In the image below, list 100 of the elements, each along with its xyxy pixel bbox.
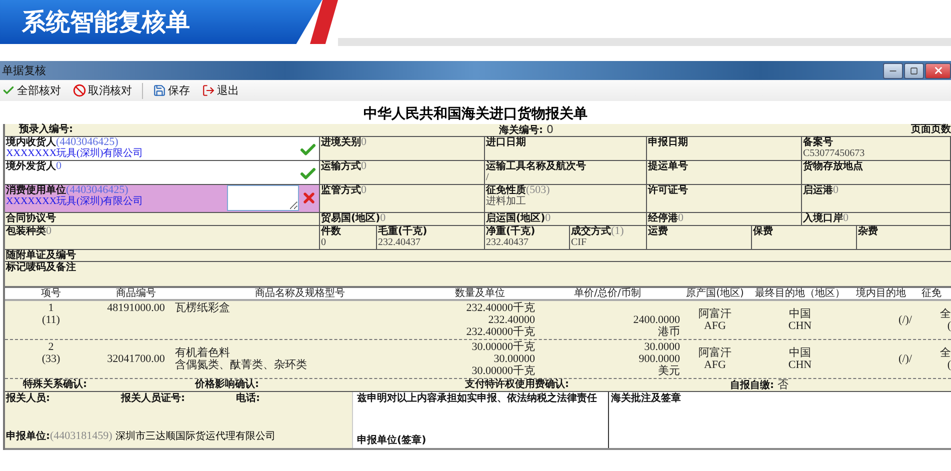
field-label: 启运港 xyxy=(803,185,833,196)
toolbar-button[interactable]: 保存 xyxy=(151,83,192,98)
item-number: (33) xyxy=(42,353,60,365)
exit-icon xyxy=(202,84,215,97)
field-code: 0 xyxy=(56,160,62,172)
quantity-text: 30.00000千克 xyxy=(472,341,535,353)
field-label: 经停港 xyxy=(648,213,678,224)
banner-accent xyxy=(310,0,338,44)
field-code: 0 xyxy=(833,184,838,196)
field-code: (4403046425) xyxy=(56,136,118,148)
field-label: 海关批注及签章 xyxy=(611,393,681,404)
field-label: 进境关别 xyxy=(321,137,361,148)
field-value: 232.40437 xyxy=(378,237,422,248)
item-number: (11) xyxy=(42,314,60,326)
field-code: 0 xyxy=(545,212,551,224)
field-label: 包装种类 xyxy=(6,226,46,237)
statement-text: 兹申明对以上内容承担如实申报、依法纳税之法律责任 xyxy=(357,393,598,404)
field-label: 自报自缴: xyxy=(730,380,774,391)
price-text: 30.0000 xyxy=(644,341,680,353)
field-label: 贸易国(地区) xyxy=(321,213,380,224)
quantity-text: 30.00000 xyxy=(494,353,535,365)
commodity-code: 48191000.00 xyxy=(107,302,165,314)
price-text: 2400.0000 xyxy=(633,314,680,326)
item-number: 2 xyxy=(48,341,54,353)
field-label: 随附单证及编号 xyxy=(6,250,76,261)
field-label: 海关编号: xyxy=(499,125,543,136)
domestic-destination: (/)/ xyxy=(898,314,912,326)
save-icon xyxy=(153,84,166,97)
field-value: / xyxy=(486,172,490,183)
field-label: 提运单号 xyxy=(648,161,688,172)
close-button[interactable] xyxy=(925,62,951,78)
field-label: 件数 xyxy=(321,226,341,237)
item-number: 1 xyxy=(48,302,54,314)
field-code: 0 xyxy=(361,136,366,148)
field-label: 电话: xyxy=(236,393,261,404)
field-label: 价格影响确认: xyxy=(195,379,259,390)
field-code: 0 xyxy=(843,212,848,224)
field-value: 否 xyxy=(776,378,788,391)
field-label: 保费 xyxy=(753,226,773,237)
quantity-text: 232.40000千克 xyxy=(466,326,535,338)
field-label: 支付特许权使用费确认: xyxy=(465,379,569,390)
field-label: 成交方式 xyxy=(571,226,611,237)
column-header: 最终目的地（地区） xyxy=(754,288,846,299)
field-label: 预录入编号: xyxy=(19,124,73,135)
maximize-button[interactable] xyxy=(904,62,924,78)
origin-text: AFG xyxy=(704,320,726,332)
quantity-text: 232.40000 xyxy=(488,314,535,326)
column-header: 单价/总价/币制 xyxy=(573,288,642,299)
check-icon xyxy=(2,84,15,97)
column-header: 数量及单位 xyxy=(454,288,506,299)
field-label: 杂费 xyxy=(858,226,878,237)
exemption-text: ( xyxy=(947,359,951,371)
quantity-text: 30.00000千克 xyxy=(472,365,535,377)
commodity-name: 瓦楞纸彩盒 xyxy=(175,302,230,314)
field-label: 消费使用单位 xyxy=(6,185,66,196)
signature-label: 申报单位(签章) xyxy=(357,435,428,446)
close-icon xyxy=(932,65,944,76)
field-label: 特殊关系确认: xyxy=(23,379,87,390)
field-code: 0 xyxy=(380,212,386,224)
toolbar-button[interactable]: 取消核对 xyxy=(71,83,134,98)
column-header: 征免 xyxy=(920,288,942,299)
window-title: 单据复核 xyxy=(1,63,46,78)
price-text: 美元 xyxy=(658,365,680,377)
field-label: 境内收货人 xyxy=(6,137,56,148)
field-code: (4403046425) xyxy=(66,184,128,196)
field-code: 0 xyxy=(46,225,52,237)
field-value: CIF xyxy=(571,237,588,248)
destination-text: 中国 xyxy=(789,308,811,320)
field-value: 进料加工 xyxy=(486,196,527,207)
field-code: 0 xyxy=(678,212,684,224)
exemption-text: 全 xyxy=(940,308,951,320)
banner-title: 系统智能复核单 xyxy=(0,0,322,44)
exemption-text: ( xyxy=(947,320,951,332)
form-title: 中华人民共和国海关进口货物报关单 xyxy=(362,105,588,123)
field-label: 申报单位: xyxy=(6,431,50,442)
commodity-code: 32041700.00 xyxy=(107,353,165,365)
field-label: 申报日期 xyxy=(648,137,688,148)
field-code: 0 xyxy=(361,184,366,196)
commodity-name: 有机着色料 xyxy=(175,347,230,359)
toolbar-button[interactable]: 全部核对 xyxy=(0,83,63,98)
domestic-destination: (/)/ xyxy=(898,353,912,365)
field-value: 232.40437 xyxy=(486,237,530,248)
field-code: 0 xyxy=(361,160,366,172)
price-text: 港币 xyxy=(658,326,680,338)
field-label: 毛重(千克) xyxy=(378,226,428,237)
price-text: 900.0000 xyxy=(638,353,680,365)
input-field[interactable] xyxy=(227,185,299,211)
field-label: 入境口岸 xyxy=(803,213,843,224)
quantity-text: 232.40000千克 xyxy=(466,302,535,314)
destination-text: CHN xyxy=(788,359,812,371)
toolbar-button[interactable]: 退出 xyxy=(200,83,241,98)
field-label: 报关人员: xyxy=(6,393,51,404)
field-code: (4403181459) xyxy=(50,430,112,442)
field-label: 运费 xyxy=(648,226,668,237)
destination-text: CHN xyxy=(788,320,812,332)
minimize-button[interactable] xyxy=(883,62,903,78)
field-value: 0 xyxy=(546,123,554,136)
column-header: 商品名称及规格型号 xyxy=(254,288,346,299)
column-header: 项号 xyxy=(40,288,62,299)
field-label: 货物存放地点 xyxy=(803,161,863,172)
